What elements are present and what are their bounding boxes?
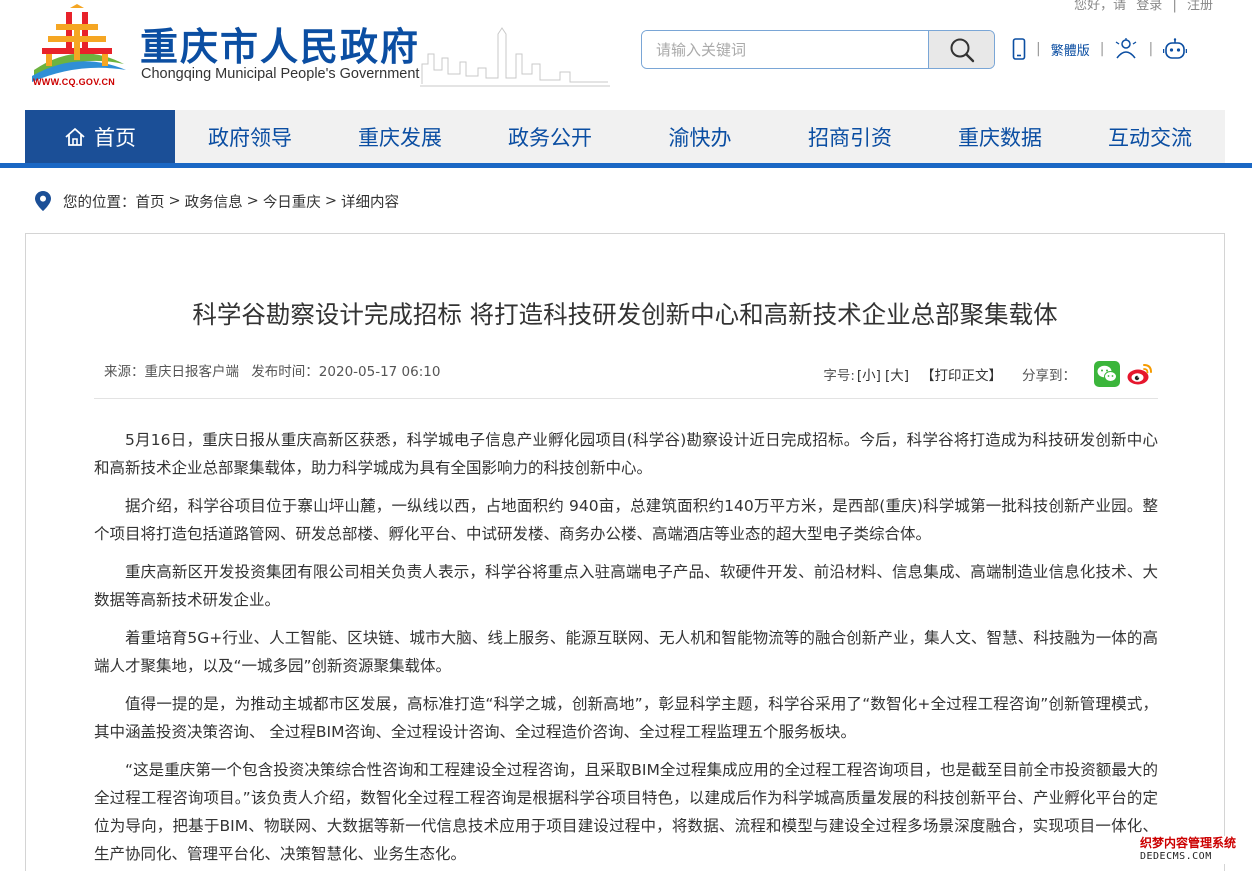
site-title-en: Chongqing Municipal People's Government — [141, 66, 420, 82]
meta-divider — [94, 398, 1158, 399]
watermark-text-en: DEDECMS.COM — [1140, 851, 1212, 862]
article-source: 来源：重庆日报客户端 — [104, 364, 239, 380]
article-paragraph: 据介绍，科学谷项目位于寨山坪山麓，一纵线以西，占地面积约 940亩，总建筑面积约… — [94, 497, 1158, 543]
nav-item-home[interactable]: 首页 — [25, 110, 175, 163]
print-button[interactable]: 【打印正文】 — [921, 364, 1002, 384]
article-title: 科学谷勘察设计完成招标 将打造科技研发创新中心和高新技术企业总部聚集载体 — [192, 300, 1058, 329]
search-button[interactable] — [928, 31, 994, 68]
article-paragraph: 重庆高新区开发投资集团有限公司相关负责人表示，科学谷将重点入驻高端电子产品、软硬… — [94, 563, 1158, 609]
article-body: 5月16日，重庆日报从重庆高新区获悉，科学城电子信息产业孵化园项目(科学谷)勘察… — [94, 426, 1158, 871]
article-tools: 字号: [小] [大] 【打印正文】 分享到： — [823, 360, 1154, 388]
watermark-text-cn: 织梦内容管理系统 — [1140, 836, 1237, 850]
login-link[interactable]: 登录 — [1136, 0, 1162, 13]
register-link[interactable]: 注册 — [1187, 0, 1213, 13]
accessibility-icon[interactable] — [1114, 38, 1138, 60]
weibo-icon[interactable] — [1126, 361, 1154, 387]
tools-separator: | — [1036, 41, 1041, 57]
search-box — [641, 30, 995, 69]
nav-item-chongqing-development[interactable]: 重庆发展 — [325, 110, 475, 163]
location-pin-icon — [35, 191, 51, 211]
breadcrumb-detail[interactable]: 详细内容 — [341, 191, 399, 212]
tools-separator: | — [1099, 41, 1105, 57]
breadcrumb-arrow: > — [168, 193, 181, 209]
nav-item-yukuaiban[interactable]: 渝快办 — [625, 110, 775, 163]
breadcrumb-today-chongqing[interactable]: 今日重庆 — [263, 191, 321, 212]
traditional-chinese-link[interactable]: 繁體版 — [1051, 40, 1090, 59]
tools-separator: | — [1148, 41, 1154, 57]
article-paragraph: 值得一提的是，为推动主城都市区发展，高标准打造“科学之城，创新高地”，彰显科学主… — [94, 695, 1158, 741]
breadcrumb-prefix: 您的位置： — [63, 194, 136, 211]
breadcrumb-home[interactable]: 首页 — [136, 191, 165, 212]
header-tools: | 繁體版 | | — [1012, 36, 1188, 62]
wechat-icon[interactable] — [1094, 361, 1120, 387]
home-icon — [65, 127, 85, 146]
article-container: 科学谷勘察设计完成招标 将打造科技研发创新中心和高新技术企业总部聚集载体 来源：… — [25, 233, 1225, 871]
site-header: 您好，请 登录 | 注册 WWW.CQ.GOV.CN 重庆市人民政府 Chong… — [0, 0, 1252, 110]
mobile-phone-icon[interactable] — [1012, 38, 1026, 60]
article-paragraph: 5月16日，重庆日报从重庆高新区获悉，科学城电子信息产业孵化园项目(科学谷)勘察… — [94, 431, 1158, 477]
nav-label: 首页 — [94, 125, 136, 150]
search-input[interactable] — [642, 31, 929, 68]
login-separator: | — [1172, 0, 1177, 13]
breadcrumb-government-info[interactable]: 政务信息 — [185, 191, 243, 212]
main-nav: 首页 政府领导 重庆发展 政务公开 渝快办 招商引资 重庆数据 互动交流 — [25, 110, 1225, 163]
skyline-decoration — [420, 27, 610, 87]
share-label: 分享到： — [1022, 368, 1076, 384]
article-paragraph: 着重培育5G+行业、人工智能、区块链、城市大脑、线上服务、能源互联网、无人机和智… — [94, 629, 1158, 675]
font-large-button[interactable]: [大] — [885, 364, 909, 384]
article-paragraph: “这是重庆第一个包含投资决策综合性咨询和工程建设全过程咨询，且采取BIM全过程集… — [94, 761, 1158, 863]
breadcrumb: 您的位置： 首页 > 政务信息 > 今日重庆 > 详细内容 — [35, 190, 399, 212]
nav-item-investment[interactable]: 招商引资 — [775, 110, 925, 163]
breadcrumb-arrow: > — [324, 193, 337, 209]
nav-underline — [0, 163, 1252, 168]
font-size-label: 字号: — [823, 368, 855, 384]
robot-assistant-icon[interactable] — [1163, 38, 1188, 60]
dedecms-watermark: 织梦内容管理系统 DEDECMS.COM — [1140, 836, 1246, 864]
nav-item-interaction[interactable]: 互动交流 — [1075, 110, 1225, 163]
breadcrumb-arrow: > — [246, 193, 259, 209]
article-publish-time: 发布时间：2020-05-17 06:10 — [251, 364, 441, 380]
nav-item-government-leaders[interactable]: 政府领导 — [175, 110, 325, 163]
search-icon — [950, 38, 974, 62]
site-title-cn[interactable]: 重庆市人民政府 — [140, 16, 420, 71]
login-bar: 您好，请 登录 | 注册 — [1071, 0, 1216, 13]
nav-item-government-affairs[interactable]: 政务公开 — [475, 110, 625, 163]
font-small-button[interactable]: [小] — [857, 364, 881, 384]
nav-item-chongqing-data[interactable]: 重庆数据 — [925, 110, 1075, 163]
greeting-text: 您好，请 — [1074, 0, 1127, 13]
logo-url: WWW.CQ.GOV.CN — [33, 77, 116, 87]
article-meta: 来源：重庆日报客户端 发布时间：2020-05-17 06:10 — [104, 360, 448, 380]
